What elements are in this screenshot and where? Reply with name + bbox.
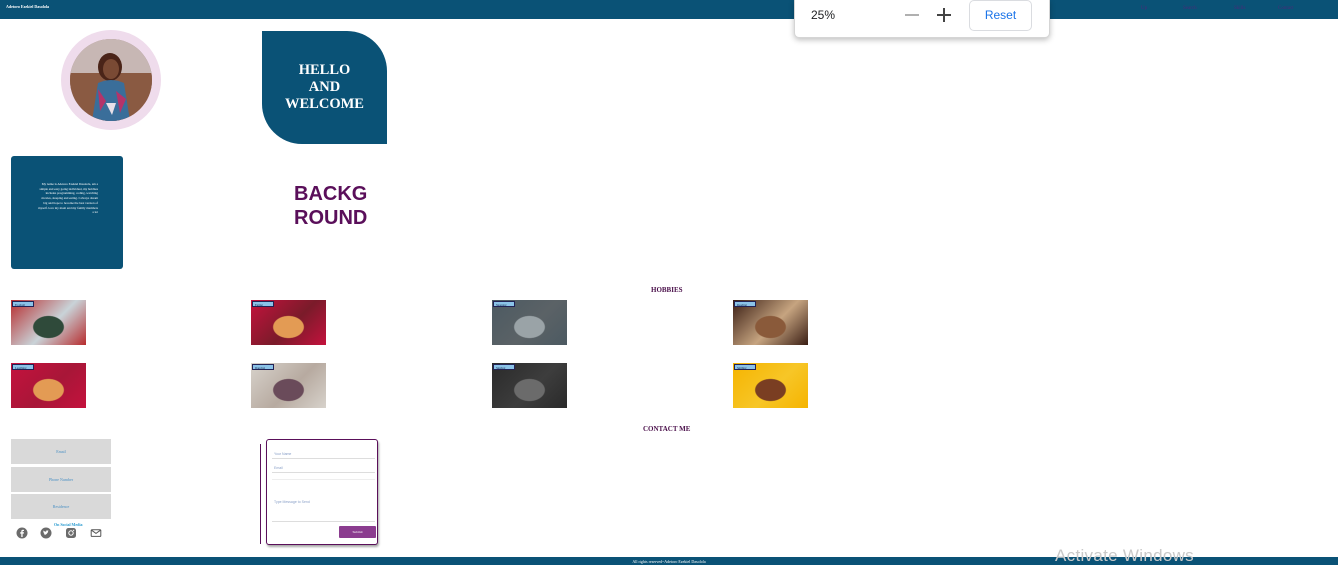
residence-box[interactable]: Residence [11,494,111,519]
profile-avatar [70,39,152,121]
contact-form: Your Name Email Type Message to Send Sub… [266,439,378,545]
mail-icon[interactable] [90,527,102,539]
hello-line-1: HELLO [298,62,351,78]
hobby-label: Singing [493,364,515,370]
hobby-card[interactable]: Sleeping [492,300,567,345]
contact-heading: CONTACT ME [643,425,691,433]
zoom-level: 25% [811,8,836,22]
hobbies-heading: HOBBIES [651,286,683,294]
hobby-card[interactable]: Laughing [11,363,86,408]
zoom-reset-button[interactable]: Reset [969,0,1032,31]
message-textarea[interactable]: Type Message to Send [272,479,375,522]
hobby-label: Eating [252,301,274,307]
hobby-card[interactable]: Smiling [733,363,808,408]
background-heading-line-2: ROUND [294,207,368,229]
hobby-card[interactable]: Reading [733,300,808,345]
background-heading: BACKG ROUND [294,182,367,230]
submit-button[interactable]: Submit [339,526,376,538]
twitter-icon[interactable] [40,527,52,539]
form-divider [260,444,261,544]
hello-line-3: WELCOME [285,96,364,112]
phone-box[interactable]: Phone Number [11,467,111,492]
zoom-out-icon[interactable] [905,14,919,16]
name-input[interactable]: Your Name [272,450,375,459]
hobby-label: Sleeping [493,301,515,307]
email-box[interactable]: Email [11,439,111,464]
nav-link-search[interactable]: Search [1183,6,1197,11]
top-navbar: Adetoro Ezekiel Dasolola Up Search Skill… [0,0,1338,19]
hobby-label: Smiling [734,364,756,370]
about-text: My name is Adetoro Ezekiel Dasolola, am … [38,182,98,215]
hello-line-2: AND [308,79,341,95]
brand-name[interactable]: Adetoro Ezekiel Dasolola [6,4,49,9]
hobby-label: Dancing [252,364,274,370]
windows-activation-watermark: Activate Windows [1055,546,1194,565]
zoom-popup: 25% Reset [794,0,1050,38]
avatar-portrait [70,39,152,121]
hobby-card[interactable]: Football [11,300,86,345]
nav-link-skills[interactable]: Skills [1234,6,1245,11]
hobby-card[interactable]: Dancing [251,363,326,408]
hobby-label: Laughing [12,364,34,370]
zoom-in-icon[interactable] [937,6,951,24]
instagram-icon[interactable] [65,527,77,539]
hobby-card[interactable]: Singing [492,363,567,408]
hello-welcome-card: HELLO AND WELCOME [262,31,387,144]
nav-link-up[interactable]: Up [1141,6,1147,11]
nav-link-contact[interactable]: Contact [1278,6,1294,11]
hobby-label: Reading [734,301,756,307]
background-heading-line-1: BACKG [294,183,368,205]
hobby-label: Football [12,301,34,307]
facebook-icon[interactable] [16,527,28,539]
hobby-card[interactable]: Eating [251,300,326,345]
email-input[interactable]: Email [272,464,375,473]
